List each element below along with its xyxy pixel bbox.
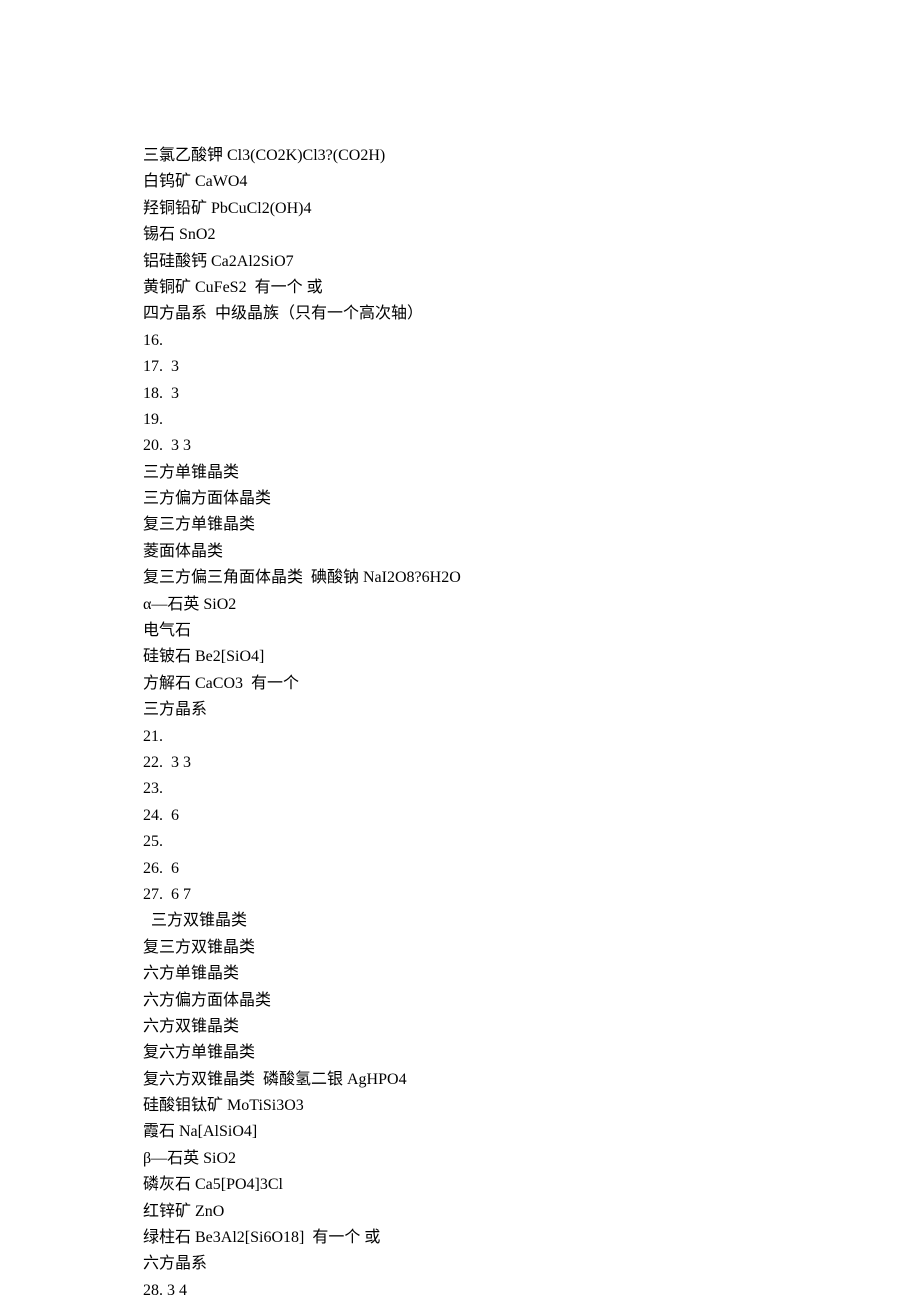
text-line: 三氯乙酸钾 Cl3(CO2K)Cl3?(CO2H) [143,143,920,169]
document-page: 三氯乙酸钾 Cl3(CO2K)Cl3?(CO2H) 白钨矿 CaWO4 羟铜铅矿… [0,0,920,1304]
text-line: 复六方双锥晶类 磷酸氢二银 AgHPO4 [143,1067,920,1093]
text-line: 22. 3 3 [143,750,920,776]
text-line: 六方偏方面体晶类 [143,988,920,1014]
text-line: 羟铜铅矿 PbCuCl2(OH)4 [143,196,920,222]
text-line: 26. 6 [143,856,920,882]
text-line: 16. [143,328,920,354]
text-line: 复六方单锥晶类 [143,1040,920,1066]
text-line: 绿柱石 Be3Al2[Si6O18] 有一个 或 [143,1225,920,1251]
text-line: β—石英 SiO2 [143,1146,920,1172]
text-line: 27. 6 7 [143,882,920,908]
text-line: 三方单锥晶类 [143,460,920,486]
text-line: 白钨矿 CaWO4 [143,169,920,195]
text-line: 21. [143,724,920,750]
text-line: 17. 3 [143,354,920,380]
text-line: 三方双锥晶类 [143,908,920,934]
text-line: 18. 3 [143,381,920,407]
text-line: 六方晶系 [143,1251,920,1277]
text-line: 六方单锥晶类 [143,961,920,987]
text-line: 菱面体晶类 [143,539,920,565]
text-line: 黄铜矿 CuFeS2 有一个 或 [143,275,920,301]
text-line: 23. [143,776,920,802]
text-line: 三方晶系 [143,697,920,723]
text-line: 四方晶系 中级晶族（只有一个高次轴） [143,301,920,327]
text-line: 三方偏方面体晶类 [143,486,920,512]
text-line: 锡石 SnO2 [143,222,920,248]
text-line: 硅酸钼钛矿 MoTiSi3O3 [143,1093,920,1119]
text-line: 霞石 Na[AlSiO4] [143,1119,920,1145]
text-line: 方解石 CaCO3 有一个 [143,671,920,697]
text-line: 六方双锥晶类 [143,1014,920,1040]
text-line: 电气石 [143,618,920,644]
text-line: 24. 6 [143,803,920,829]
text-line: 红锌矿 ZnO [143,1199,920,1225]
text-line: α—石英 SiO2 [143,592,920,618]
text-line: 复三方双锥晶类 [143,935,920,961]
text-line: 28. 3 4 [143,1278,920,1304]
text-line: 磷灰石 Ca5[PO4]3Cl [143,1172,920,1198]
text-line: 19. [143,407,920,433]
text-line: 硅铍石 Be2[SiO4] [143,644,920,670]
text-line: 25. [143,829,920,855]
text-line: 复三方单锥晶类 [143,512,920,538]
text-line: 20. 3 3 [143,433,920,459]
text-line: 复三方偏三角面体晶类 碘酸钠 NaI2O8?6H2O [143,565,920,591]
text-line: 铝硅酸钙 Ca2Al2SiO7 [143,249,920,275]
